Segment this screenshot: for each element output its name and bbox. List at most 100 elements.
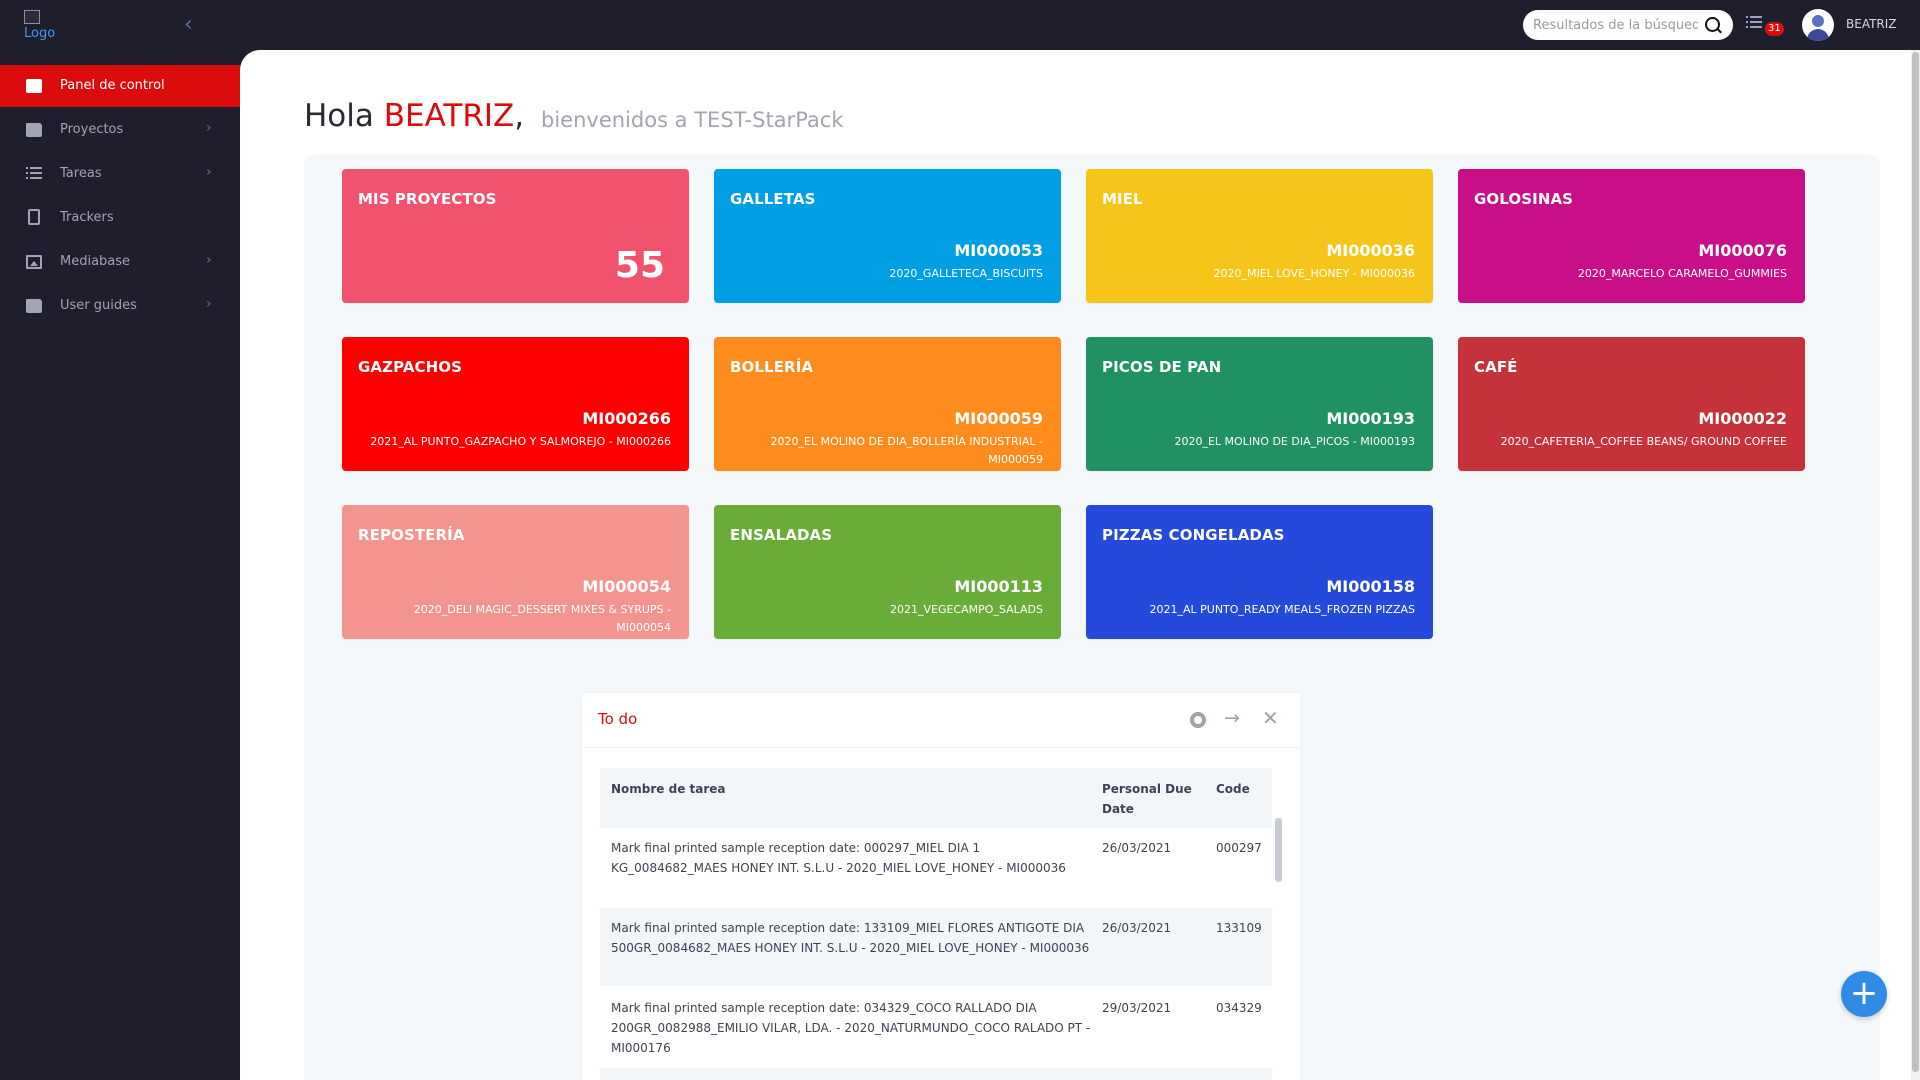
- column-header-task[interactable]: Nombre de tarea: [611, 779, 1096, 799]
- chevron-right-icon: ›: [206, 252, 212, 268]
- tasks-notification-button[interactable]: 31: [1746, 14, 1784, 40]
- card-code: MI000193: [1326, 409, 1415, 428]
- greeting-comma: ,: [514, 98, 525, 134]
- table-row[interactable]: [600, 1068, 1272, 1080]
- sidebar-item-label: Trackers: [60, 210, 114, 225]
- notification-badge: 31: [1765, 22, 1784, 36]
- task-name: Mark final printed sample reception date…: [611, 921, 1090, 955]
- add-floating-button[interactable]: +: [1841, 971, 1887, 1017]
- sidebar: Panel de control Proyectos › Tareas › Tr…: [0, 50, 240, 1080]
- folder-open-icon: [26, 123, 42, 137]
- task-code: 000297: [1216, 841, 1262, 855]
- card-title: PICOS DE PAN: [1102, 358, 1222, 376]
- task-code: 133109: [1216, 921, 1262, 935]
- card-subtitle: 2021_VEGECAMPO_SALADS: [889, 603, 1043, 616]
- list-icon: [26, 167, 42, 181]
- table-row[interactable]: Mark final printed sample reception date…: [600, 988, 1272, 1066]
- card-title: GALLETAS: [730, 190, 816, 208]
- card-code: MI000158: [1326, 577, 1415, 596]
- table-scrollbar[interactable]: [1275, 818, 1282, 882]
- card-subtitle: 2021_AL PUNTO_GAZPACHO Y SALMOREJO - MI0…: [370, 435, 671, 448]
- logo[interactable]: Logo: [24, 10, 64, 44]
- project-card[interactable]: MIEL MI000036 2020_MIEL LOVE_HONEY - MI0…: [1086, 169, 1433, 303]
- chevron-right-icon: ›: [206, 296, 212, 312]
- search-input[interactable]: [1533, 15, 1698, 35]
- page-scrollbar-thumb[interactable]: [1912, 52, 1919, 1072]
- list-icon: [1746, 16, 1762, 30]
- page-title: Hola BEATRIZ,: [304, 98, 524, 134]
- page-scrollbar[interactable]: [1911, 50, 1920, 1080]
- task-due-date: 26/03/2021: [1102, 921, 1172, 935]
- card-code: MI000076: [1698, 241, 1787, 260]
- sidebar-item-panel-de-control[interactable]: Panel de control: [0, 65, 240, 107]
- card-title: MIEL: [1102, 190, 1143, 208]
- image-icon: [26, 255, 42, 269]
- task-name: Mark final printed sample reception date…: [611, 1001, 1091, 1055]
- card-subtitle: 2020_DELI MAGIC_DESSERT MIXES & SYRUPS -…: [413, 603, 671, 634]
- table-header-row: Nombre de tarea Personal Due Date Code: [600, 768, 1272, 828]
- card-title: BOLLERÍA: [730, 358, 814, 376]
- welcome-subtitle: bienvenidos a TEST-StarPack: [541, 108, 844, 132]
- task-due-date: 29/03/2021: [1102, 1001, 1172, 1015]
- project-card[interactable]: ENSALADAS MI000113 2021_VEGECAMPO_SALADS: [714, 505, 1061, 639]
- card-code: MI000113: [954, 577, 1043, 596]
- sidebar-item-label: Tareas: [60, 166, 102, 181]
- chevron-right-icon: ›: [206, 164, 212, 180]
- card-subtitle: 2020_MARCELO CARAMELO_GUMMIES: [1577, 267, 1787, 280]
- todo-header: To do → ✕: [582, 693, 1300, 748]
- arrow-right-icon[interactable]: →: [1224, 707, 1240, 729]
- greeting-name: BEATRIZ: [383, 98, 515, 134]
- card-code: MI000036: [1326, 241, 1415, 260]
- task-code: 034329: [1216, 1001, 1262, 1015]
- sidebar-item-mediabase[interactable]: Mediabase ›: [0, 241, 240, 283]
- sidebar-item-tareas[interactable]: Tareas ›: [0, 153, 240, 195]
- card-title: PIZZAS CONGELADAS: [1102, 526, 1285, 544]
- card-title: GOLOSINAS: [1474, 190, 1574, 208]
- sidebar-collapse-button[interactable]: ‹: [184, 14, 204, 36]
- card-count: 55: [614, 245, 665, 286]
- project-card[interactable]: BOLLERÍA MI000059 2020_EL MOLINO DE DIA_…: [714, 337, 1061, 471]
- chevron-right-icon: ›: [206, 120, 212, 136]
- table-row[interactable]: Mark final printed sample reception date…: [600, 828, 1272, 906]
- card-title: GAZPACHOS: [358, 358, 463, 376]
- sidebar-item-trackers[interactable]: Trackers: [0, 197, 240, 239]
- top-bar: Logo ‹ 31 BEATRIZ: [0, 0, 1920, 50]
- task-name: Mark final printed sample reception date…: [611, 841, 1066, 875]
- card-code: MI000054: [582, 577, 671, 596]
- todo-title: To do: [598, 710, 638, 728]
- folder-icon: [26, 299, 42, 313]
- column-header-due-date[interactable]: Personal Due Date: [1102, 779, 1212, 819]
- card-title: CAFÉ: [1474, 358, 1518, 376]
- table-row[interactable]: Mark final printed sample reception date…: [600, 908, 1272, 986]
- main-content: Hola BEATRIZ, bienvenidos a TEST-StarPac…: [240, 50, 1920, 1080]
- sidebar-item-proyectos[interactable]: Proyectos ›: [0, 109, 240, 151]
- project-card[interactable]: PICOS DE PAN MI000193 2020_EL MOLINO DE …: [1086, 337, 1433, 471]
- project-card[interactable]: GAZPACHOS MI000266 2021_AL PUNTO_GAZPACH…: [342, 337, 689, 471]
- username[interactable]: BEATRIZ: [1846, 17, 1897, 31]
- avatar[interactable]: [1802, 9, 1834, 41]
- project-card[interactable]: CAFÉ MI000022 2020_CAFETERIA_COFFEE BEAN…: [1458, 337, 1805, 471]
- card-code: MI000022: [1698, 409, 1787, 428]
- project-card[interactable]: MIS PROYECTOS 55: [342, 169, 689, 303]
- sidebar-item-label: Panel de control: [60, 78, 165, 93]
- card-subtitle: 2021_AL PUNTO_READY MEALS_FROZEN PIZZAS: [1149, 603, 1415, 616]
- project-card[interactable]: GALLETAS MI000053 2020_GALLETECA_BISCUIT…: [714, 169, 1061, 303]
- gear-icon[interactable]: [1190, 712, 1206, 728]
- card-title: REPOSTERÍA: [358, 526, 465, 544]
- sidebar-item-user-guides[interactable]: User guides ›: [0, 285, 240, 327]
- cube-icon: [26, 79, 42, 93]
- project-card[interactable]: PIZZAS CONGELADAS MI000158 2021_AL PUNTO…: [1086, 505, 1433, 639]
- project-card[interactable]: REPOSTERÍA MI000054 2020_DELI MAGIC_DESS…: [342, 505, 689, 639]
- logo-alt-text: Logo: [24, 26, 56, 41]
- card-code: MI000053: [954, 241, 1043, 260]
- card-subtitle: 2020_GALLETECA_BISCUITS: [889, 267, 1043, 280]
- column-header-code[interactable]: Code: [1216, 779, 1276, 799]
- project-card[interactable]: GOLOSINAS MI000076 2020_MARCELO CARAMELO…: [1458, 169, 1805, 303]
- todo-widget: To do → ✕ Nombre de tarea Personal Due D…: [582, 693, 1300, 1080]
- sidebar-item-label: User guides: [60, 298, 137, 313]
- clipboard-icon: [28, 209, 40, 225]
- card-subtitle: 2020_CAFETERIA_COFFEE BEANS/ GROUND COFF…: [1500, 435, 1787, 448]
- card-code: MI000059: [954, 409, 1043, 428]
- search-icon[interactable]: [1705, 17, 1720, 32]
- close-icon[interactable]: ✕: [1262, 706, 1279, 730]
